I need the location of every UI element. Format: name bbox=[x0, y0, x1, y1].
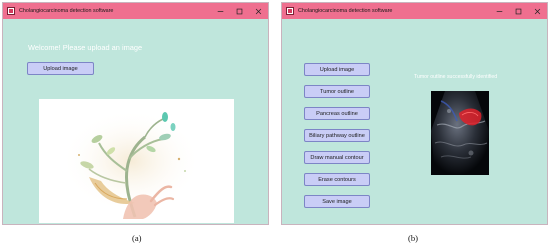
upload-image-button[interactable]: Upload image bbox=[27, 62, 94, 75]
maximize-icon[interactable] bbox=[509, 3, 528, 19]
erase-contours-button[interactable]: Erase contours bbox=[304, 173, 370, 186]
biliary-pathway-outline-button[interactable]: Biliary pathway outline bbox=[304, 129, 370, 142]
window-content: Upload image Tumor outline Pancreas outl… bbox=[282, 19, 547, 224]
window-title: Cholangiocarcinoma detection software bbox=[19, 8, 114, 14]
title-bar[interactable]: Cholangiocarcinoma detection software bbox=[282, 3, 547, 19]
caption-a: (a) bbox=[132, 233, 142, 243]
status-message: Tumor outline successfully identified bbox=[414, 74, 498, 80]
app-icon bbox=[7, 7, 15, 15]
upload-image-button[interactable]: Upload image bbox=[304, 63, 370, 76]
caption-b: (b) bbox=[408, 233, 419, 243]
app-window-a: Cholangiocarcinoma detection software We… bbox=[2, 2, 269, 225]
welcome-illustration bbox=[39, 99, 234, 223]
maximize-icon[interactable] bbox=[230, 3, 249, 19]
app-window-b: Cholangiocarcinoma detection software Up… bbox=[281, 2, 548, 225]
tumor-outline-button[interactable]: Tumor outline bbox=[304, 85, 370, 98]
save-image-button[interactable]: Save image bbox=[304, 195, 370, 208]
pancreas-outline-button[interactable]: Pancreas outline bbox=[304, 107, 370, 120]
close-icon[interactable] bbox=[528, 3, 547, 19]
draw-manual-contour-button[interactable]: Draw manual contour bbox=[304, 151, 370, 164]
minimize-icon[interactable] bbox=[490, 3, 509, 19]
minimize-icon[interactable] bbox=[211, 3, 230, 19]
close-icon[interactable] bbox=[249, 3, 268, 19]
window-title: Cholangiocarcinoma detection software bbox=[298, 8, 393, 14]
ultrasound-image bbox=[431, 91, 489, 175]
window-content: Welcome! Please upload an image Upload i… bbox=[3, 19, 268, 224]
welcome-message: Welcome! Please upload an image bbox=[28, 43, 143, 52]
app-icon bbox=[286, 7, 294, 15]
title-bar[interactable]: Cholangiocarcinoma detection software bbox=[3, 3, 268, 19]
